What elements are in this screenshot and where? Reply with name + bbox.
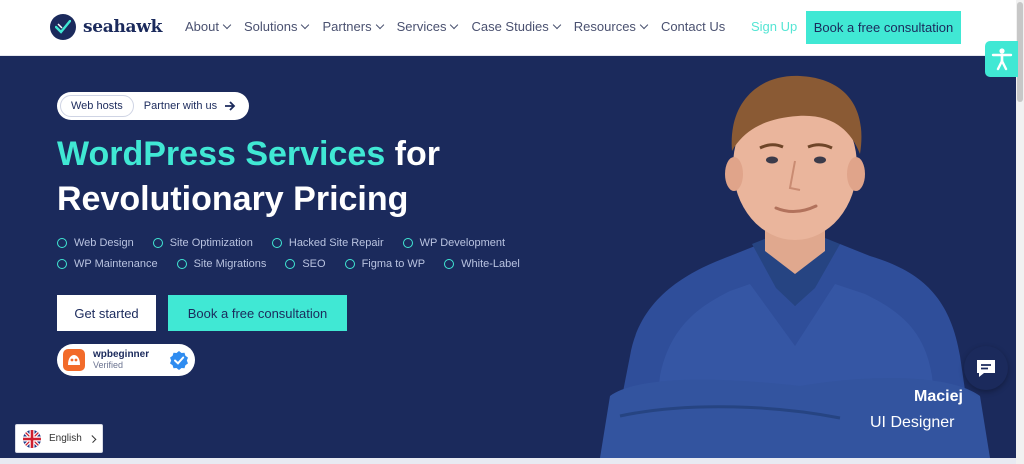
person-name: Maciej: [914, 388, 963, 405]
next-section-edge: [0, 458, 1016, 464]
badge-name: wpbeginner: [93, 349, 150, 360]
service-item[interactable]: Hacked Site Repair: [271, 237, 384, 249]
circle-icon: [176, 259, 187, 269]
logo-check-icon: [50, 14, 76, 40]
wpbeginner-logo-icon: [63, 349, 85, 371]
nav-item-contact[interactable]: Contact Us: [661, 19, 725, 34]
circle-icon: [152, 238, 163, 248]
headline-part-2: Revolutionary Pricing: [57, 180, 409, 218]
site-header: seahawk About Solutions Partners Service…: [0, 0, 1016, 56]
main-nav: About Solutions Partners Services Case S…: [185, 19, 725, 34]
chevron-right-icon: [88, 434, 97, 443]
service-label: Figma to WP: [361, 258, 426, 270]
circle-icon: [444, 259, 455, 269]
services-list: Web Design Site Optimization Hacked Site…: [57, 237, 527, 270]
nav-item-case-studies[interactable]: Case Studies: [471, 19, 562, 34]
circle-icon: [57, 238, 67, 248]
nav-label: Resources: [573, 19, 636, 34]
chevron-down-icon: [375, 20, 384, 29]
service-label: SEO: [302, 258, 326, 270]
nav-item-about[interactable]: About: [185, 19, 232, 34]
circle-icon: [402, 238, 413, 248]
service-item[interactable]: Site Migrations: [176, 258, 267, 270]
service-item[interactable]: Site Optimization: [152, 237, 253, 249]
service-item[interactable]: White-Label: [444, 258, 520, 270]
nav-item-solutions[interactable]: Solutions: [243, 19, 310, 34]
service-item[interactable]: SEO: [285, 258, 326, 270]
chevron-down-icon: [552, 20, 562, 29]
circle-icon: [285, 259, 296, 269]
nav-item-resources[interactable]: Resources: [573, 19, 649, 34]
language-switcher[interactable]: English: [15, 424, 103, 453]
chevron-down-icon: [450, 20, 459, 29]
nav-label: About: [185, 19, 219, 34]
nav-item-services[interactable]: Services: [396, 19, 459, 34]
logo-text: seahawk: [83, 17, 163, 37]
nav-label: Partners: [322, 19, 372, 34]
chevron-down-icon: [639, 20, 649, 29]
nav-label: Solutions: [243, 19, 298, 34]
nav-label: Services: [396, 19, 447, 34]
nav-label: Case Studies: [471, 19, 549, 34]
chat-icon: [977, 360, 995, 377]
hero-section: Web hosts Partner with us WordPress Serv…: [0, 56, 1016, 458]
service-item[interactable]: WP Development: [402, 237, 506, 249]
circle-icon: [344, 259, 355, 269]
chevron-down-icon: [222, 20, 232, 29]
chat-widget-button[interactable]: [964, 346, 1008, 390]
service-item[interactable]: Web Design: [57, 237, 134, 249]
uk-flag-icon: [23, 429, 41, 448]
service-label: WP Development: [419, 237, 506, 249]
service-item[interactable]: Figma to WP: [344, 258, 426, 270]
nav-item-partners[interactable]: Partners: [322, 19, 384, 34]
service-item[interactable]: WP Maintenance: [57, 258, 158, 270]
language-label: English: [49, 433, 82, 444]
circle-icon: [57, 259, 67, 269]
audience-pill-group: Web hosts Partner with us: [57, 92, 250, 120]
service-label: White-Label: [461, 258, 520, 270]
pill-partner-with-us[interactable]: Partner with us: [134, 100, 246, 112]
service-label: Site Migrations: [193, 258, 267, 270]
person-role: UI Designer: [870, 414, 955, 431]
chevron-down-icon: [301, 20, 310, 29]
service-label: WP Maintenance: [74, 258, 158, 270]
accessibility-icon: [991, 48, 1012, 71]
nav-label: Contact Us: [660, 19, 726, 34]
service-label: Hacked Site Repair: [288, 237, 384, 249]
sign-up-link[interactable]: Sign Up: [751, 19, 797, 34]
accessibility-button[interactable]: [985, 41, 1018, 77]
circle-icon: [271, 238, 282, 248]
pill-web-hosts[interactable]: Web hosts: [60, 95, 134, 117]
pill-link-label: Partner with us: [143, 100, 218, 112]
service-label: Site Optimization: [169, 237, 253, 249]
get-started-button[interactable]: Get started: [57, 295, 156, 331]
headline-accent: WordPress Services: [57, 135, 386, 173]
book-consultation-button[interactable]: Book a free consultation: [168, 295, 347, 331]
arrow-right-icon: [225, 101, 236, 111]
verified-check-icon: [170, 351, 188, 370]
badge-text: wpbeginner Verified: [93, 349, 149, 371]
header-consultation-button[interactable]: Book a free consultation: [806, 11, 961, 44]
hero-headline: WordPress Services for Revolutionary Pri…: [57, 132, 537, 222]
service-label: Web Design: [74, 237, 134, 249]
headline-part-1: for: [385, 135, 441, 173]
badge-status: Verified: [93, 360, 124, 370]
logo[interactable]: seahawk: [50, 14, 162, 40]
wpbeginner-verified-badge[interactable]: wpbeginner Verified: [57, 344, 195, 376]
